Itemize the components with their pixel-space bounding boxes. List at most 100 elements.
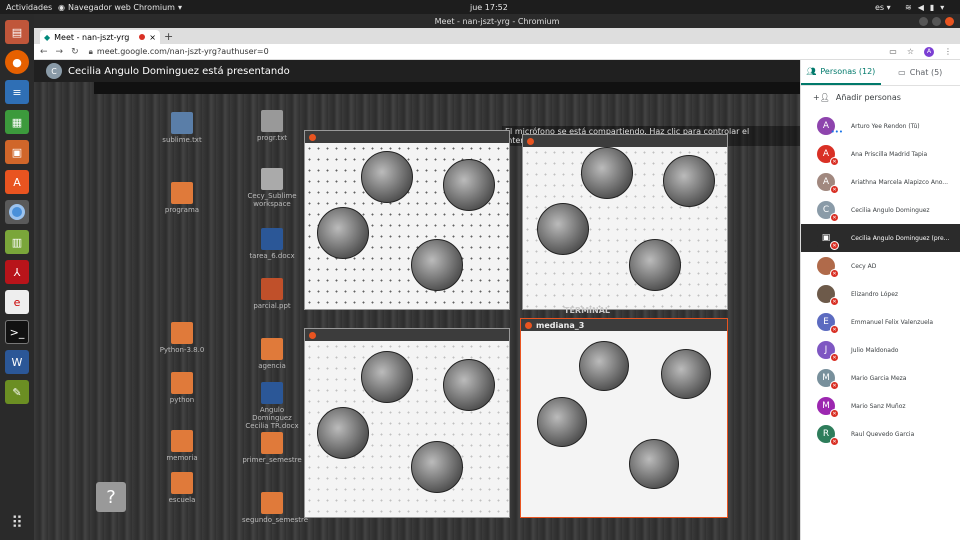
- close-button[interactable]: [945, 16, 954, 26]
- firefox-icon[interactable]: ●: [5, 50, 29, 74]
- impress-icon[interactable]: ▣: [5, 140, 29, 164]
- presenter-text: Cecilia Angulo Dominguez está presentand…: [68, 65, 290, 77]
- tab-people-label: Personas (12): [820, 67, 876, 76]
- desktop-icon: Angulo Dominguez Cecilia TR.docx: [242, 382, 302, 430]
- desktop-icon: Python-3.8.0: [152, 322, 212, 354]
- dock: ▤ ● ≡ ▦ ▣ A ▥ ⅄ e >_ W ✎ ⠿: [0, 14, 34, 540]
- window-titlebar: Meet - nan-jszt-yrg - Chromium: [34, 14, 960, 28]
- maximize-button[interactable]: [932, 16, 941, 26]
- participant-avatar: M ✕: [817, 369, 839, 390]
- lock-icon[interactable]: 🔒︎: [89, 47, 93, 57]
- participant-row[interactable]: ▣ ✕ Cecilia Angulo Dominguez (pre...: [801, 224, 960, 252]
- meet-sidebar: 👥︎ Personas (12) ▭ Chat (5) +👤︎ Añadir p…: [800, 60, 960, 540]
- participant-row[interactable]: M ✕ Mario Garcia Meza: [801, 364, 960, 392]
- close-icon[interactable]: [527, 137, 534, 145]
- participant-row[interactable]: E ✕ Emmanuel Felix Valenzuela: [801, 308, 960, 336]
- mic-off-icon: ✕: [830, 241, 839, 250]
- participant-row[interactable]: ✕ Cecy AD: [801, 252, 960, 280]
- participant-avatar: A ✕: [817, 173, 839, 194]
- participant-list: A ••• Arturo Yee Rendon (Tú) A ✕ Ana Priscill…: [801, 112, 960, 448]
- app-grid-icon[interactable]: ⠿: [11, 513, 23, 532]
- image-window-median[interactable]: [304, 328, 510, 518]
- participant-row[interactable]: A ••• Arturo Yee Rendon (Tú): [801, 112, 960, 140]
- wifi-icon: ≋: [905, 2, 912, 12]
- participant-row[interactable]: A ✕ Ariathna Marcela Alapizco Ano...: [801, 168, 960, 196]
- add-people-button[interactable]: +👤︎ Añadir personas: [801, 86, 960, 108]
- calc-icon[interactable]: ▦: [5, 110, 29, 134]
- close-tab-icon[interactable]: ×: [149, 33, 156, 42]
- people-icon: 👥︎: [806, 67, 817, 76]
- cast-icon[interactable]: ▭: [889, 47, 897, 56]
- clock[interactable]: jue 17:52: [470, 3, 508, 12]
- mic-off-icon: ✕: [830, 437, 839, 446]
- writer-icon[interactable]: ≡: [5, 80, 29, 104]
- menu-icon[interactable]: ⋮: [944, 47, 952, 56]
- image-viewer-icon[interactable]: ✎: [5, 380, 29, 404]
- participant-row[interactable]: A ✕ Ana Priscilla Madrid Tapia: [801, 140, 960, 168]
- reload-icon[interactable]: ↻: [71, 47, 79, 57]
- desktop-icon: segundo_semestre: [242, 492, 308, 524]
- participant-avatar: ✕: [817, 285, 839, 306]
- image-window-noisy[interactable]: [304, 130, 510, 310]
- tab-chat[interactable]: ▭ Chat (5): [881, 60, 960, 85]
- image-canvas: [523, 147, 727, 309]
- desktop-icon: agencia: [242, 338, 302, 370]
- url-field[interactable]: meet.google.com/nan-jszt-yrg?authuser=0: [97, 47, 269, 56]
- desktop-icon: progr.txt: [242, 110, 302, 142]
- mic-off-icon: ✕: [830, 381, 839, 390]
- participant-avatar: M ✕: [817, 397, 839, 418]
- activities-button[interactable]: Actividades: [6, 3, 52, 12]
- back-icon[interactable]: ←: [40, 47, 48, 57]
- files-app-icon[interactable]: ▤: [5, 20, 29, 44]
- language-indicator[interactable]: es ▾: [875, 3, 891, 12]
- pdf-reader-icon[interactable]: ⅄: [5, 260, 29, 284]
- docs-icon[interactable]: e: [5, 290, 29, 314]
- profile-avatar[interactable]: A: [924, 46, 934, 57]
- participant-avatar: E ✕: [817, 313, 839, 334]
- participant-row[interactable]: ✕ Elizandro López: [801, 280, 960, 308]
- presentation-icon: ▣ ✕: [817, 229, 839, 250]
- tab-meet[interactable]: ◆ Meet - nan-jszt-yrg ×: [40, 30, 160, 44]
- terminal-icon[interactable]: >_: [5, 320, 29, 344]
- speaking-icon: •••: [830, 128, 843, 136]
- participant-name: Elizandro López: [851, 290, 899, 298]
- window-titlebar: [523, 135, 727, 147]
- star-icon[interactable]: ☆: [907, 47, 914, 56]
- coin: [317, 207, 369, 259]
- new-tab-button[interactable]: +: [164, 30, 173, 43]
- archive-icon[interactable]: ▥: [5, 230, 29, 254]
- participant-row[interactable]: C ✕ Cecilia Angulo Dominguez: [801, 196, 960, 224]
- coin: [411, 441, 463, 493]
- desktop-icon: memoria: [152, 430, 212, 462]
- close-icon[interactable]: [525, 321, 532, 329]
- mic-off-icon: ✕: [830, 157, 839, 166]
- chromium-dock-icon[interactable]: [5, 200, 29, 224]
- browser-window: Meet - nan-jszt-yrg - Chromium ◆ Meet - …: [34, 14, 960, 540]
- system-tray[interactable]: ≋ ◀ ▮ ▾: [905, 3, 944, 12]
- coin: [443, 159, 495, 211]
- desktop-icon: programa: [152, 182, 212, 214]
- minimize-button[interactable]: [919, 16, 928, 26]
- help-icon: ?: [96, 482, 126, 512]
- image-window-filtered[interactable]: [522, 134, 728, 310]
- participant-row[interactable]: J ✕ Julio Maldonado: [801, 336, 960, 364]
- participant-row[interactable]: M ✕ Mario Sanz Muñoz: [801, 392, 960, 420]
- participant-row[interactable]: R ✕ Raul Quevedo Garcia: [801, 420, 960, 448]
- mic-off-icon: ✕: [830, 213, 839, 222]
- tab-people[interactable]: 👥︎ Personas (12): [801, 60, 881, 85]
- participant-name: Ariathna Marcela Alapizco Ano...: [851, 178, 949, 186]
- software-center-icon[interactable]: A: [5, 170, 29, 194]
- desktop-icon: primer_semestre: [242, 432, 302, 464]
- close-icon[interactable]: [309, 331, 316, 339]
- tab-strip: ◆ Meet - nan-jszt-yrg × +: [34, 28, 960, 44]
- battery-icon: ▮: [929, 2, 935, 12]
- word-icon[interactable]: W: [5, 350, 29, 374]
- meet-icon: ◆: [44, 32, 51, 42]
- close-icon[interactable]: [309, 133, 316, 141]
- forward-icon[interactable]: →: [56, 47, 64, 57]
- app-menu[interactable]: ◉ Navegador web Chromium ▾: [58, 3, 182, 12]
- desktop-icon: escuela: [152, 472, 212, 504]
- image-window-mediana-3[interactable]: mediana_3: [520, 318, 728, 518]
- participant-name: Emmanuel Felix Valenzuela: [851, 318, 934, 326]
- image-canvas: [305, 341, 509, 517]
